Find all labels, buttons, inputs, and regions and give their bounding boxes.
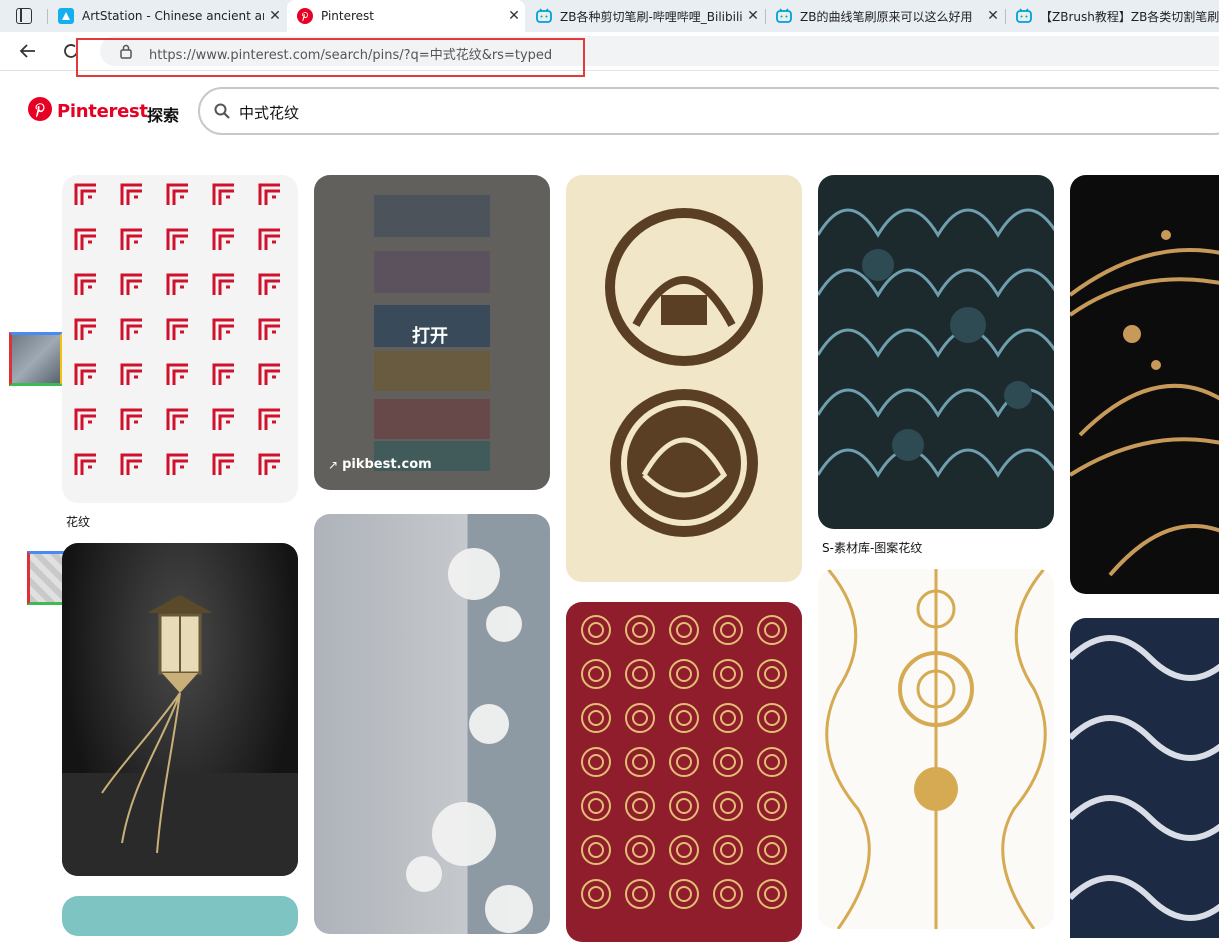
bilibili-icon — [536, 8, 552, 24]
annotation-highlight-box — [76, 38, 585, 77]
pin-image-medallions[interactable] — [566, 175, 802, 582]
pin-caption[interactable]: S-素材库-图案花纹 — [822, 539, 922, 556]
pin-image-gold-pendant[interactable] — [818, 569, 1054, 929]
artstation-icon — [58, 8, 74, 24]
close-tab-icon[interactable]: ✕ — [264, 8, 286, 24]
pin-caption[interactable]: 花纹 — [66, 513, 90, 530]
pin-source-label: pikbest.com — [342, 457, 432, 472]
open-pin-overlay[interactable]: 打开 — [412, 322, 448, 348]
pinterest-icon — [297, 8, 313, 24]
tab-bilibili-2[interactable]: ZB的曲线笔刷原来可以这么好用 ✕ — [766, 0, 1004, 32]
pin-image-cloud-pattern[interactable] — [1070, 618, 1219, 938]
search-query[interactable]: 中式花纹 — [239, 102, 299, 123]
back-icon[interactable] — [18, 41, 38, 61]
search-input[interactable] — [198, 87, 1219, 135]
tab-title: ArtStation - Chinese ancient arch — [82, 9, 264, 23]
tab-bar: ArtStation - Chinese ancient arch ✕ Pint… — [0, 0, 1219, 32]
external-link-icon: ↗ — [328, 457, 339, 472]
pinterest-logo-icon — [28, 97, 52, 125]
tab-title: Pinterest — [321, 9, 375, 23]
pin-image-gold-ribbons[interactable] — [1070, 175, 1219, 594]
tab-actions-icon[interactable] — [16, 8, 32, 24]
tab-artstation[interactable]: ArtStation - Chinese ancient arch ✕ — [48, 0, 286, 32]
pinterest-logo[interactable]: Pinterest — [28, 97, 148, 125]
pin-image-flowers[interactable] — [314, 514, 550, 934]
bilibili-icon — [776, 8, 792, 24]
tab-title: 【ZBrush教程】ZB各类切割笔刷 — [1040, 9, 1219, 24]
pin-image-partial[interactable] — [62, 896, 298, 936]
floating-thumbnail[interactable] — [9, 332, 63, 386]
bilibili-icon — [1016, 8, 1032, 24]
close-tab-icon[interactable]: ✕ — [742, 8, 764, 24]
nav-explore[interactable]: 探索 — [147, 102, 179, 126]
tab-title: ZB的曲线笔刷原来可以这么好用 — [800, 9, 973, 24]
pin-image-lantern[interactable] — [62, 543, 298, 876]
tab-title: ZB各种剪切笔刷-哔哩哔哩_Bilibili — [560, 9, 742, 24]
pin-image-gold-rosettes[interactable] — [566, 602, 802, 942]
close-tab-icon[interactable]: ✕ — [982, 8, 1004, 24]
search-icon — [214, 103, 230, 123]
pin-image-waves[interactable] — [818, 175, 1054, 529]
close-tab-icon[interactable]: ✕ — [503, 8, 525, 24]
tab-bilibili-3[interactable]: 【ZBrush教程】ZB各类切割笔刷 — [1006, 0, 1219, 32]
tab-pinterest[interactable]: Pinterest ✕ — [287, 0, 525, 32]
brand-name: Pinterest — [57, 100, 148, 122]
pin-image-ornament-corners[interactable] — [62, 175, 298, 503]
tab-bilibili-1[interactable]: ZB各种剪切笔刷-哔哩哔哩_Bilibili ✕ — [526, 0, 764, 32]
pin-source-link[interactable]: ↗ pikbest.com — [328, 457, 432, 472]
